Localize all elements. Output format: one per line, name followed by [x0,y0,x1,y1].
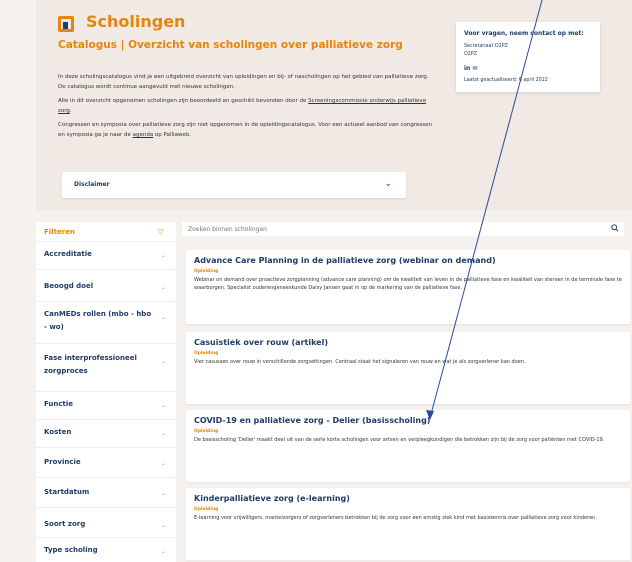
contact-social-icons[interactable]: in ✉ [464,65,477,72]
filter-sidebar: Filteren ▽ Accreditatie ⌄ Beoogd doel ⌄ … [36,222,176,562]
course-card[interactable]: Casuïstiek over rouw (artikel) Opleiding… [186,332,630,404]
filter-label: Filteren [44,228,75,236]
last-updated: Laatst geactualiseerd: 6 april 2022 [464,78,548,83]
sidebar-item-startdatum[interactable]: Startdatum ⌄ [36,478,176,508]
chevron-down-icon: ⌄ [384,179,392,189]
page-title: Scholingen [86,12,186,31]
course-card[interactable]: COVID-19 en palliatieve zorg - Delier (b… [186,410,630,482]
search-bar [182,222,624,236]
sidebar-item-soort-zorg[interactable]: Soort zorg ⌄ [36,508,176,538]
disclaimer-dropdown[interactable]: Disclaimer ⌄ [62,172,406,198]
disclaimer-label: Disclaimer [74,181,110,188]
sidebar-item-kosten[interactable]: Kosten ⌄ [36,420,176,448]
chevron-down-icon: ⌄ [160,252,166,259]
course-card[interactable]: Advance Care Planning in de palliatieve … [186,250,630,324]
sidebar-item-fase[interactable]: Fase interprofessioneel zorgproces ⌄ [36,344,176,392]
chevron-down-icon: ⌄ [160,402,166,409]
page-subtitle: Catalogus | Overzicht van scholingen ove… [58,39,403,51]
agenda-link[interactable]: agenda [133,132,154,138]
intro-paragraph-1: In deze scholingscatalogus vind je een u… [58,74,429,90]
chevron-down-icon: ⌄ [160,460,166,467]
course-type-badge: Opleiding [194,429,219,434]
chevron-down-icon: ⌄ [160,358,166,365]
sidebar-item-functie[interactable]: Functie ⌄ [36,392,176,420]
chevron-down-icon: ⌄ [160,284,166,291]
course-card[interactable]: Kinderpalliatieve zorg (e-learning) Ople… [186,488,630,560]
course-title[interactable]: Casuïstiek over rouw (artikel) [194,338,328,347]
chevron-down-icon: ⌄ [160,522,166,529]
course-title[interactable]: Kinderpalliatieve zorg (e-learning) [194,494,350,503]
course-type-badge: Opleiding [194,269,219,274]
course-description: Webinar on demand over proactieve zorgpl… [194,277,622,291]
course-title[interactable]: Advance Care Planning in de palliatieve … [194,256,496,265]
course-title[interactable]: COVID-19 en palliatieve zorg - Delier (b… [194,416,430,425]
filter-header[interactable]: Filteren ▽ [36,222,176,242]
contact-name: Secretariaat O2PZ [464,44,508,49]
filter-icon: ▽ [158,228,164,236]
chevron-down-icon: ⌄ [160,430,166,437]
course-type-badge: Opleiding [194,351,219,356]
contact-card: Voor vragen, neem contact op met: Secret… [456,22,600,92]
sidebar-item-accreditatie[interactable]: Accreditatie ⌄ [36,242,176,270]
sidebar-item-canmeds[interactable]: CanMEDs rollen (mbo - hbo - wo) ⌄ [36,302,176,344]
chevron-down-icon: ⌄ [160,548,166,555]
course-description: De basisscholing 'Delier' maakt deel uit… [194,437,605,443]
contact-org: O2PZ [464,52,478,57]
chevron-down-icon: ⌄ [160,314,166,321]
course-description: E-learning voor vrijwilligers, mantelzor… [194,515,597,521]
course-description: Vier casussen over rouw in verschillende… [194,359,526,365]
course-type-badge: Opleiding [194,507,219,512]
search-input[interactable] [188,224,588,234]
sidebar-item-beoogd-doel[interactable]: Beoogd doel ⌄ [36,270,176,302]
contact-title: Voor vragen, neem contact op met: [464,30,584,37]
intro-paragraph-3: Congressen en symposia over palliatieve … [58,122,433,138]
sidebar-item-type-scholing[interactable]: Type scholing ⌄ [36,538,176,562]
catalog-logo-icon [58,16,74,32]
sidebar-item-provincie[interactable]: Provincie ⌄ [36,448,176,478]
intro-paragraph-2: Alle in dit overzicht opgenomen scholing… [58,98,427,114]
search-icon[interactable] [611,224,619,232]
chevron-down-icon: ⌄ [160,490,166,497]
